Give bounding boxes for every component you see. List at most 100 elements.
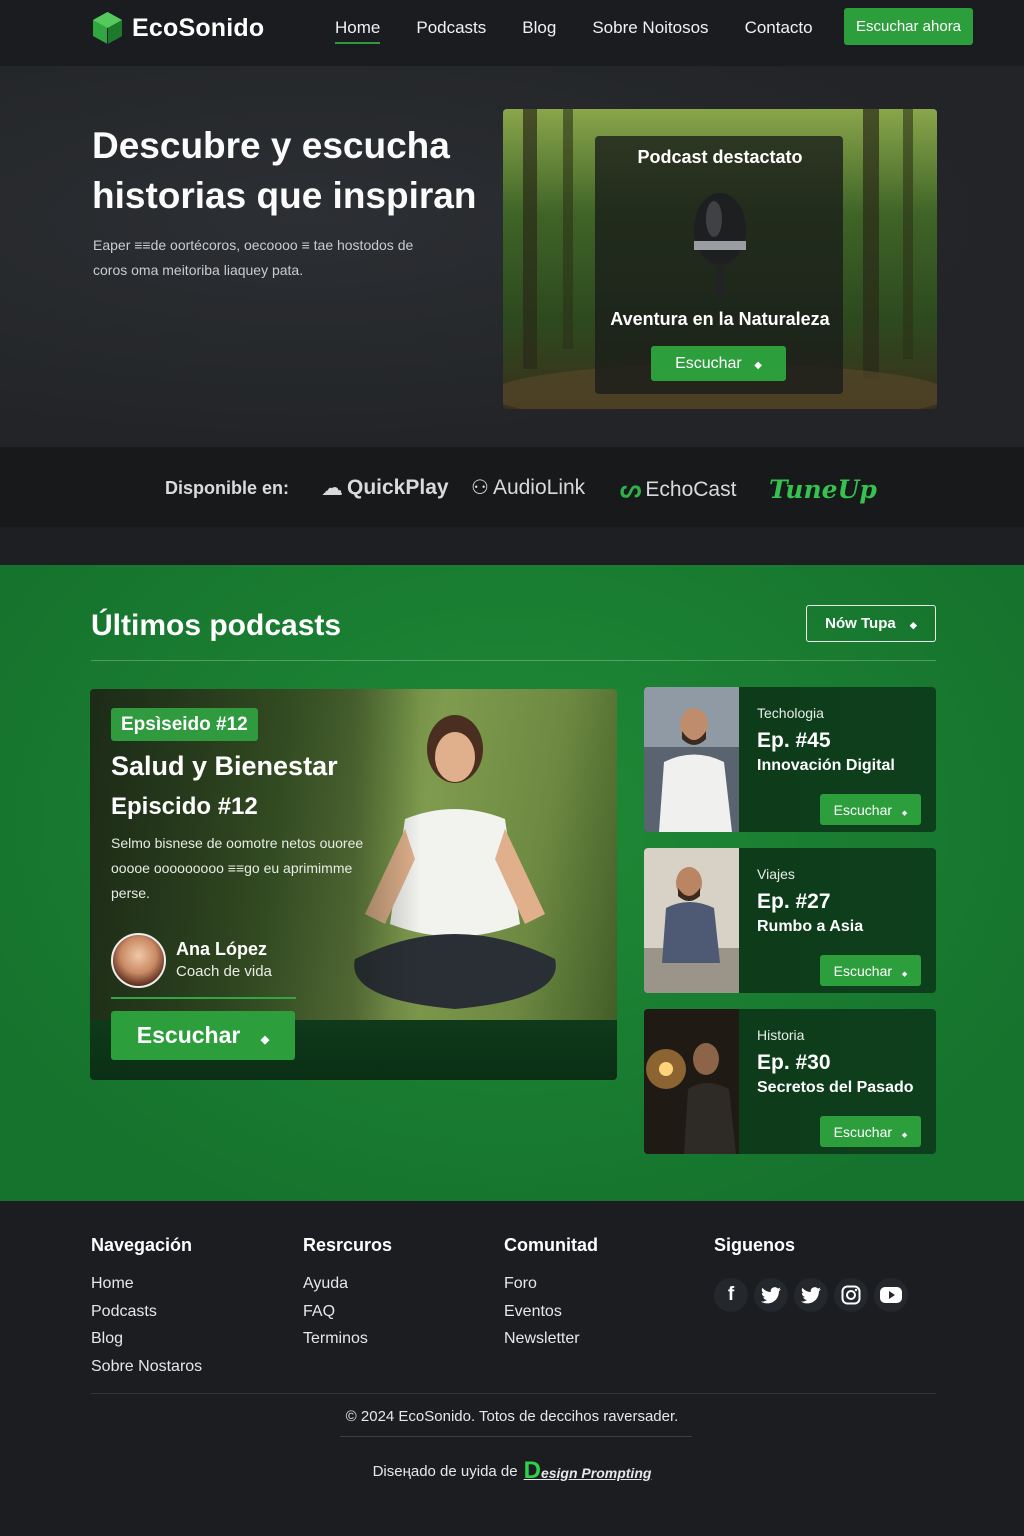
cube-logo-icon xyxy=(93,12,122,44)
listen-now-button[interactable]: Escuchar ahora xyxy=(844,8,973,45)
footer-link-blog[interactable]: Blog xyxy=(91,1325,202,1353)
instagram-icon[interactable] xyxy=(834,1278,868,1312)
footer-col-navigation: Navegación Home Podcasts Blog Sobre Nost… xyxy=(91,1235,202,1380)
footer-link-podcasts[interactable]: Podcasts xyxy=(91,1298,202,1326)
play-diamond-icon: ◆ xyxy=(260,1034,270,1046)
cloud-icon: ☁ xyxy=(321,475,343,500)
microphone-image xyxy=(694,193,746,299)
episode-card-45[interactable]: Techologia Ep. #45 Innovación Digital Es… xyxy=(644,687,936,832)
credit-brand: esign Prompting xyxy=(540,1465,652,1481)
footer-col-title: Navegación xyxy=(91,1235,193,1255)
platforms-label: Disponible en: xyxy=(165,478,290,498)
episode-name: Innovación Digital xyxy=(757,757,895,774)
hero-section: Descubre y escucha historias que inspira… xyxy=(0,66,1024,447)
episode-title: Salud y Bienestar xyxy=(111,751,338,781)
footer-col-title: Comunitad xyxy=(504,1235,598,1255)
episode-listen-button[interactable]: Escuchar ◆ xyxy=(820,794,921,825)
footer-link-forum[interactable]: Foro xyxy=(504,1270,598,1298)
travel-host-thumbnail xyxy=(644,848,739,993)
brand-logo[interactable]: EcoSonido xyxy=(91,11,264,45)
platform-echocast[interactable]: ᔕ EchoCast xyxy=(620,475,736,504)
episode-category: Techologia xyxy=(757,705,824,721)
credit-prefix: Diseңado de uyida de xyxy=(372,1462,518,1480)
nav-contact[interactable]: Contacto xyxy=(727,0,831,56)
brand-name: EcoSonido xyxy=(132,13,265,42)
episode-listen-label: Escuchar xyxy=(833,962,893,979)
footer-link-faq[interactable]: FAQ xyxy=(303,1298,392,1326)
diamond-icon: ◆ xyxy=(909,620,917,630)
filter-type-button[interactable]: Nów Tupa ◆ xyxy=(806,605,936,642)
footer-link-events[interactable]: Eventos xyxy=(504,1298,598,1326)
episode-description: Selmo bisnese de oomotre netos ouoree oo… xyxy=(111,835,364,901)
platform-audiolink[interactable]: ⚇ AudioLink xyxy=(471,475,585,500)
footer-divider xyxy=(91,1393,936,1394)
episode-listen-button[interactable]: Escuchar ◆ xyxy=(820,955,921,986)
platform-quickplay[interactable]: ☁ QuickPlay xyxy=(321,475,449,501)
social-links: f xyxy=(714,1278,908,1312)
latest-podcasts-section: Últimos podcasts Nów Tupa ◆ Epsìseido #1… xyxy=(0,565,1024,1201)
diamond-icon: ◆ xyxy=(901,809,908,817)
author-underline xyxy=(111,997,296,999)
episode-listen-label: Escuchar xyxy=(833,1123,893,1140)
platform-audiolink-label: AudioLink xyxy=(492,475,586,499)
episode-number: Ep. #27 xyxy=(757,890,831,913)
episode-card-30[interactable]: Historia Ep. #30 Secretos del Pasado Esc… xyxy=(644,1009,936,1154)
footer-col-community: Comunitad Foro Eventos Newsletter xyxy=(504,1235,598,1353)
episode-listen-button[interactable]: Escuchar ◆ xyxy=(820,1116,921,1147)
design-prompting-link[interactable]: Design Prompting xyxy=(524,1457,652,1485)
episode-number: Ep. #30 xyxy=(757,1051,831,1074)
footer-link-home[interactable]: Home xyxy=(91,1270,202,1298)
diamond-icon: ◆ xyxy=(901,970,908,978)
twitter-icon[interactable] xyxy=(794,1278,828,1312)
play-diamond-icon: ◆ xyxy=(754,359,762,371)
author-name: Ana López xyxy=(176,939,268,959)
latest-title: Últimos podcasts xyxy=(91,609,342,642)
nav-home[interactable]: Home xyxy=(317,0,398,56)
featured-listen-button[interactable]: Escuchar ◆ xyxy=(651,346,786,381)
people-icon: ⚇ xyxy=(471,477,489,499)
nav-podcasts[interactable]: Podcasts xyxy=(398,0,504,56)
nav-about[interactable]: Sobre Noitosos xyxy=(574,0,726,56)
footer-col-title: Resrcuros xyxy=(303,1235,393,1255)
episode-number: Ep. #45 xyxy=(757,729,831,752)
top-navbar: EcoSonido Home Podcasts Blog Sobre Noito… xyxy=(0,0,1024,66)
hero-title: Descubre y escucha historias que inspira… xyxy=(92,125,477,216)
episode-name: Secretos del Pasado xyxy=(757,1079,914,1096)
footer-link-help[interactable]: Ayuda xyxy=(303,1270,392,1298)
design-credit: Diseңado de uyida de Design Prompting xyxy=(0,1457,1024,1485)
footer-col-social: Siguenos xyxy=(714,1235,795,1270)
featured-listen-label: Escuchar xyxy=(675,354,742,372)
episode-subtitle: Episcido #12 xyxy=(111,793,258,820)
section-divider xyxy=(91,660,936,661)
featured-label: Podcast destactato xyxy=(637,147,803,167)
episode-category: Historia xyxy=(757,1027,805,1043)
platform-tuneup-label: TuneUp xyxy=(769,475,877,504)
nav-blog[interactable]: Blog xyxy=(504,0,574,56)
episode-name: Rumbo a Asia xyxy=(757,918,864,935)
copyright-text: © 2024 EcoSonido. Totos de deccihos rave… xyxy=(345,1408,679,1425)
hero-subtitle: Eaper ≡≡de oortécoros, oecoooo ≡ tae hos… xyxy=(93,237,414,278)
youtube-icon[interactable] xyxy=(874,1278,908,1312)
episode-card-27[interactable]: Viajes Ep. #27 Rumbo a Asia Escuchar ◆ xyxy=(644,848,936,993)
main-listen-button[interactable]: Escuchar ◆ xyxy=(111,1011,295,1060)
main-menu: Home Podcasts Blog Sobre Noitosos Contac… xyxy=(317,0,831,56)
episode-tag: Epsìseido #12 xyxy=(111,708,258,741)
tech-host-thumbnail xyxy=(644,687,739,832)
site-footer: Navegación Home Podcasts Blog Sobre Nost… xyxy=(0,1201,1024,1536)
facebook-icon[interactable]: f xyxy=(714,1278,748,1312)
soundwave-icon: ᔕ xyxy=(620,476,642,503)
main-episode-card[interactable]: Epsìseido #12 Salud y Bienestar Episcido… xyxy=(90,689,617,1080)
footer-link-about[interactable]: Sobre Nostaros xyxy=(91,1353,202,1381)
filter-type-label: Nów Tupa xyxy=(825,615,896,632)
diamond-icon: ◆ xyxy=(901,1131,908,1139)
footer-link-terms[interactable]: Terminos xyxy=(303,1325,392,1353)
footer-link-newsletter[interactable]: Newsletter xyxy=(504,1325,598,1353)
platform-quickplay-label: QuickPlay xyxy=(347,476,449,499)
footer-divider-small xyxy=(340,1436,692,1437)
main-listen-label: Escuchar xyxy=(136,1022,241,1048)
twitter-icon[interactable] xyxy=(754,1278,788,1312)
platforms-bar: Disponible en: ☁ QuickPlay ⚇ AudioLink ᔕ… xyxy=(0,447,1024,527)
featured-podcast-card[interactable]: Podcast destactato Aventura en la Natura… xyxy=(503,109,937,409)
featured-podcast-title: Aventura en la Naturaleza xyxy=(610,309,830,329)
platform-tuneup[interactable]: TuneUp xyxy=(769,475,877,504)
